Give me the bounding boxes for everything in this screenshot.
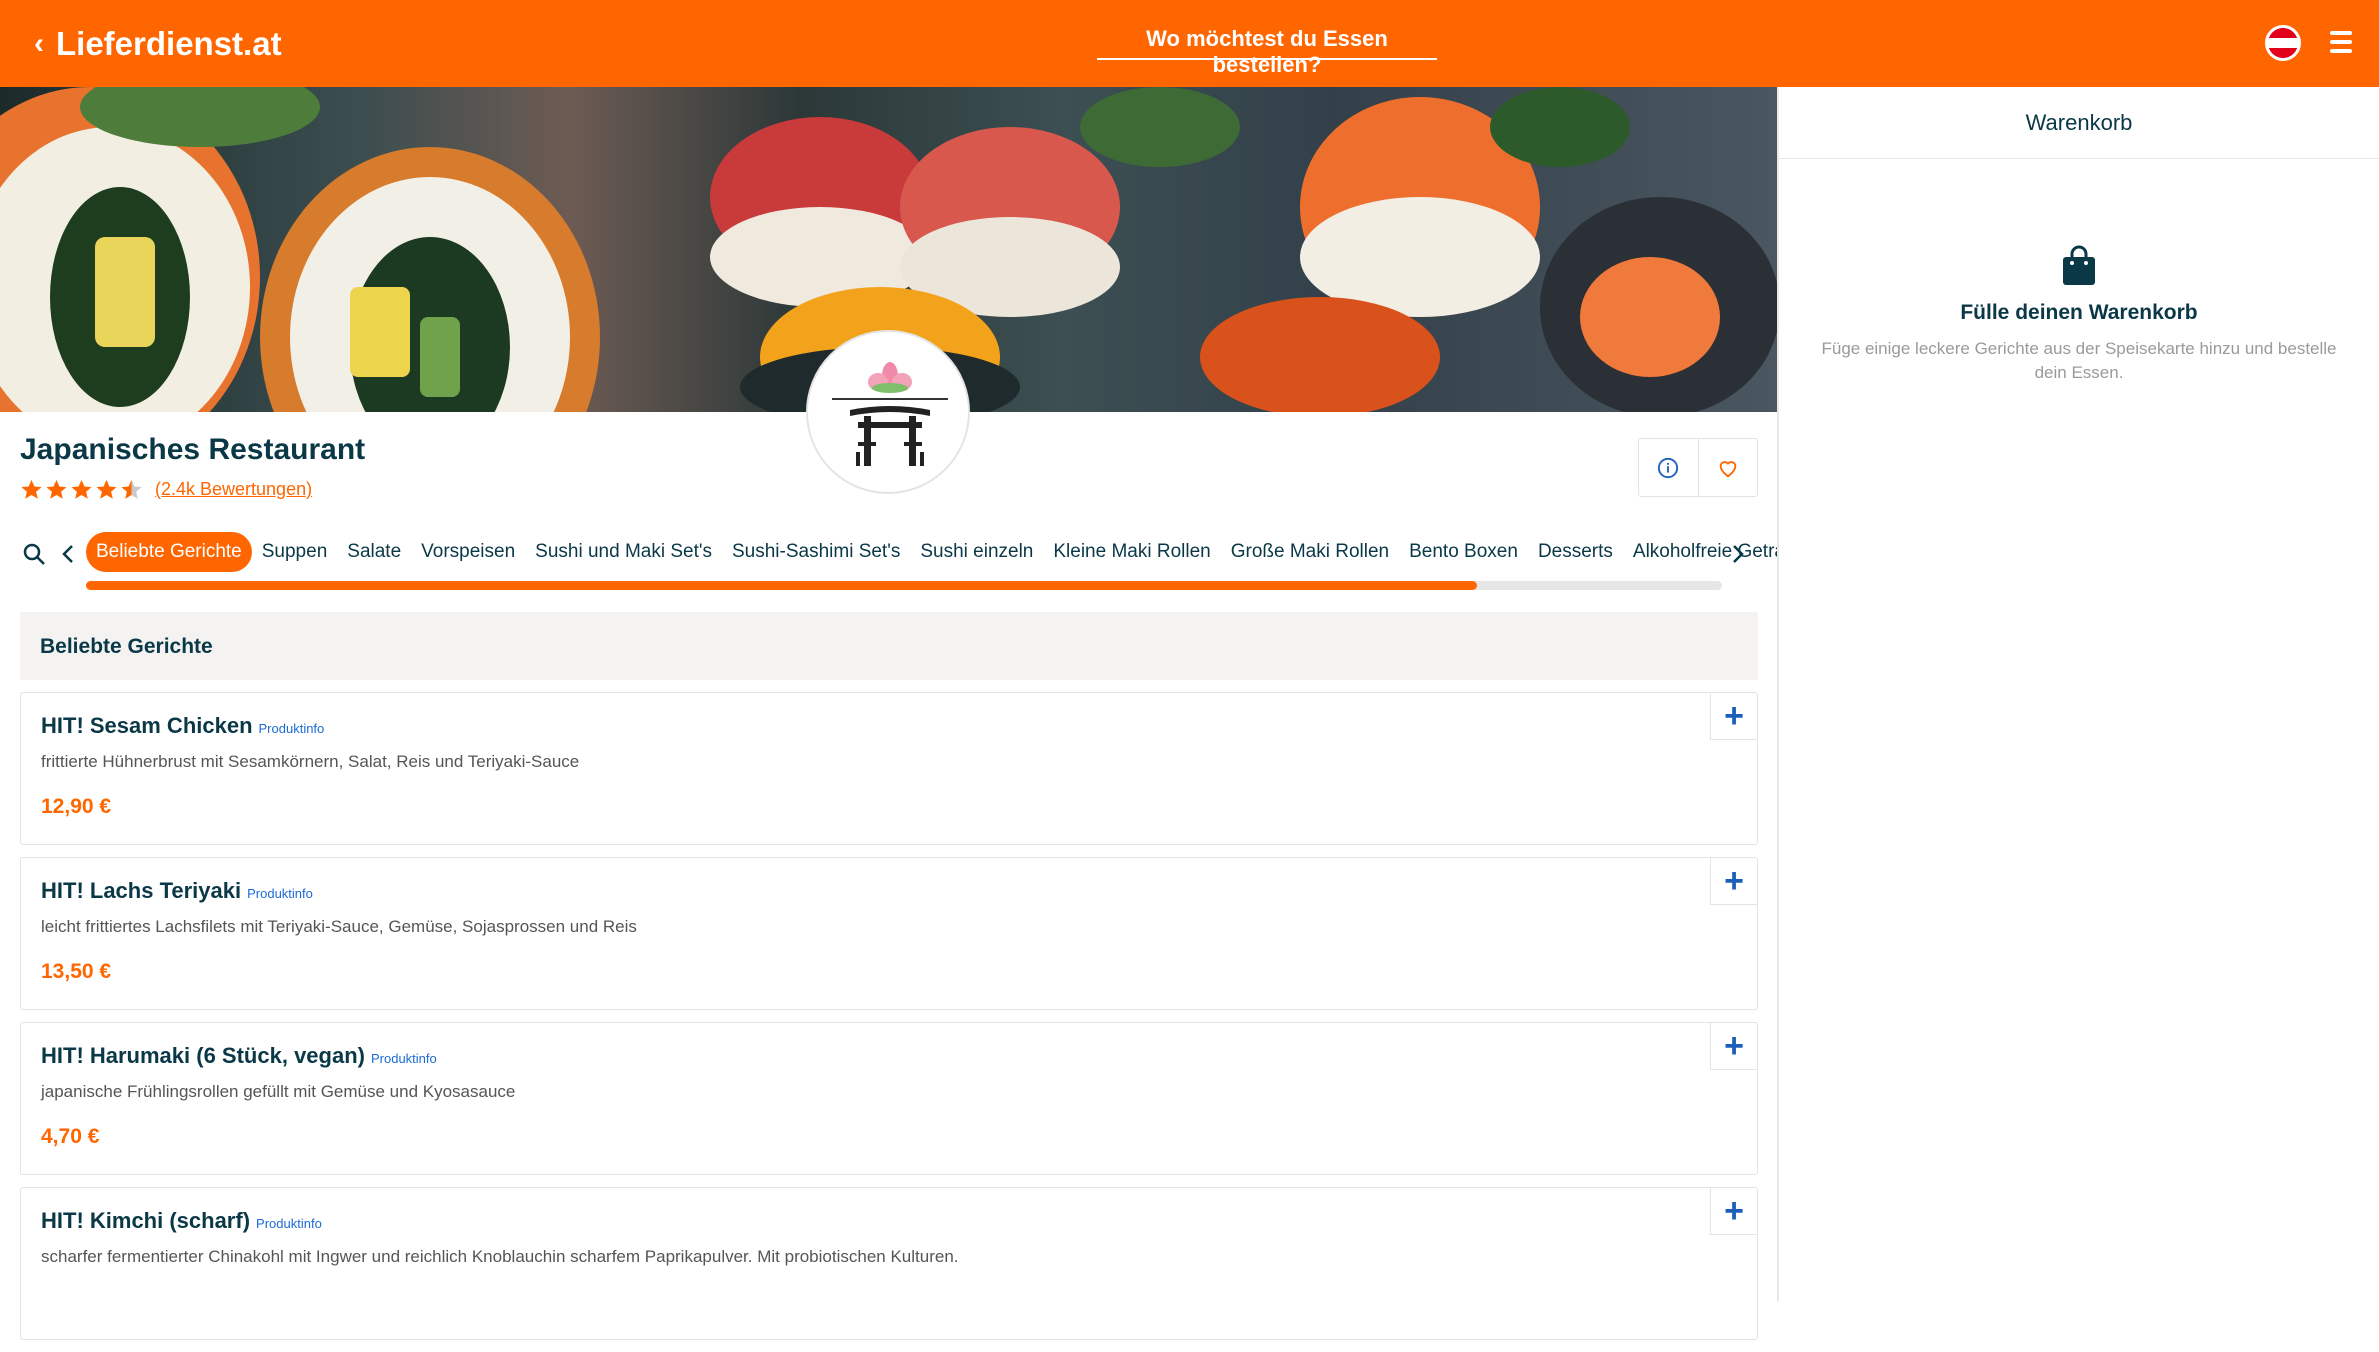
reviews-link[interactable]: (2.4k Bewertungen) — [155, 479, 312, 500]
chevron-left-icon[interactable] — [60, 542, 76, 566]
category-tab[interactable]: Salate — [337, 533, 411, 571]
menu-item-title-row: HIT! Sesam Chicken Produktinfo — [41, 713, 1737, 739]
category-tab[interactable]: Große Maki Rollen — [1221, 533, 1399, 571]
product-info-link[interactable]: Produktinfo — [247, 886, 313, 901]
add-to-cart-button[interactable]: + — [1710, 858, 1757, 905]
section-title: Beliebte Gerichte — [20, 612, 1758, 680]
menu-icon[interactable] — [2330, 31, 2352, 55]
menu-item-price: 12,90 € — [41, 795, 112, 818]
category-tabs: Beliebte Gerichte Suppen Salate Vorspeisen S… — [86, 532, 1826, 572]
menu-item[interactable]: HIT! Sesam Chicken Produktinfo frittierte … — [20, 692, 1758, 845]
category-tab[interactable]: Suppen — [252, 533, 338, 571]
menu-item-name: HIT! Kimchi (scharf) — [41, 1208, 251, 1233]
menu-item-name: HIT! Harumaki (6 Stück, vegan) — [41, 1043, 365, 1068]
menu-item-description: leicht frittiertes Lachsfilets mit Teriy… — [41, 917, 637, 936]
cart-panel: Warenkorb Fülle deinen Warenkorb Füge ei… — [1777, 87, 2379, 1301]
menu-item-description: japanische Frühlingsrollen gefüllt mit G… — [41, 1082, 516, 1101]
menu-item-list: HIT! Sesam Chicken Produktinfo frittierte … — [20, 692, 1758, 1352]
cart-title: Warenkorb — [1779, 87, 2379, 159]
restaurant-actions — [1638, 438, 1758, 497]
add-to-cart-button[interactable]: + — [1710, 1188, 1757, 1235]
add-to-cart-button[interactable]: + — [1710, 1023, 1757, 1070]
star-icon — [46, 479, 67, 499]
restaurant-name: Japanisches Restaurant — [20, 433, 366, 466]
menu-item[interactable]: HIT! Kimchi (scharf) Produktinfo scharfer … — [20, 1187, 1758, 1340]
star-half-icon — [121, 479, 142, 499]
restaurant-logo — [806, 330, 970, 494]
shopping-bag-icon — [2063, 245, 2095, 285]
address-prompt-link[interactable]: Wo möchtest du Essen bestellen? — [1097, 26, 1437, 77]
star-icon — [21, 479, 42, 499]
austria-flag-icon[interactable] — [2265, 25, 2301, 61]
category-scroll-track[interactable] — [86, 581, 1722, 590]
chevron-left-icon: ‹ — [34, 27, 44, 60]
plus-icon: + — [1724, 1191, 1744, 1230]
product-info-link[interactable]: Produktinfo — [259, 721, 325, 736]
info-icon — [1658, 457, 1679, 478]
product-info-link[interactable]: Produktinfo — [256, 1216, 322, 1231]
add-to-cart-button[interactable]: + — [1710, 693, 1757, 740]
top-bar: ‹ Lieferdienst.at Wo möchtest du Essen b… — [0, 0, 2379, 87]
menu-item-name: HIT! Sesam Chicken — [41, 713, 253, 738]
category-nav: Beliebte Gerichte Suppen Salate Vorspeisen S… — [0, 528, 1816, 578]
heart-icon — [1719, 460, 1737, 477]
menu-item-description: frittierte Hühnerbrust mit Sesamkörnern,… — [41, 752, 580, 771]
search-icon[interactable] — [22, 542, 46, 566]
restaurant-rating: (2.4k Bewertungen) — [20, 478, 312, 501]
menu-item[interactable]: HIT! Lachs Teriyaki Produktinfo leicht fri… — [20, 857, 1758, 1010]
category-tab[interactable]: Sushi-Sashimi Set's — [722, 533, 910, 571]
chevron-right-icon[interactable] — [1730, 542, 1746, 566]
menu-item-description: scharfer fermentierter Chinakohl mit Ing… — [41, 1247, 959, 1266]
brand-back-link[interactable]: ‹ Lieferdienst.at — [34, 22, 282, 66]
menu-item-price: 4,70 € — [41, 1125, 100, 1148]
product-info-link[interactable]: Produktinfo — [371, 1051, 437, 1066]
category-scroll-thumb[interactable] — [86, 581, 1477, 590]
category-tab[interactable]: Desserts — [1528, 533, 1623, 571]
plus-icon: + — [1724, 861, 1744, 900]
category-tab[interactable]: Kleine Maki Rollen — [1043, 533, 1220, 571]
cart-empty-heading: Fülle deinen Warenkorb — [1960, 301, 2198, 324]
category-tab[interactable]: Sushi und Maki Set's — [525, 533, 722, 571]
menu-item-title-row: HIT! Kimchi (scharf) Produktinfo — [41, 1208, 1737, 1234]
cart-empty-text: Füge einige leckere Gerichte aus der Spe… — [1821, 339, 2337, 382]
menu-item[interactable]: HIT! Harumaki (6 Stück, vegan) Produktinf… — [20, 1022, 1758, 1175]
brand-name: Lieferdienst.at — [56, 25, 282, 62]
favorite-button[interactable] — [1699, 439, 1758, 496]
plus-icon: + — [1724, 696, 1744, 735]
category-tab[interactable]: Vorspeisen — [411, 533, 525, 571]
menu-item-price: 13,50 € — [41, 960, 112, 983]
star-icon — [71, 479, 92, 499]
menu-item-name: HIT! Lachs Teriyaki — [41, 878, 242, 903]
category-tab[interactable]: Bento Boxen — [1399, 533, 1528, 571]
info-button[interactable] — [1639, 439, 1699, 496]
menu-item-title-row: HIT! Harumaki (6 Stück, vegan) Produktinf… — [41, 1043, 1737, 1069]
plus-icon: + — [1724, 1026, 1744, 1065]
category-tab[interactable]: Sushi einzeln — [910, 533, 1043, 571]
menu-item-title-row: HIT! Lachs Teriyaki Produktinfo — [41, 878, 1737, 904]
star-icon — [96, 479, 117, 499]
category-tab[interactable]: Beliebte Gerichte — [86, 532, 252, 572]
